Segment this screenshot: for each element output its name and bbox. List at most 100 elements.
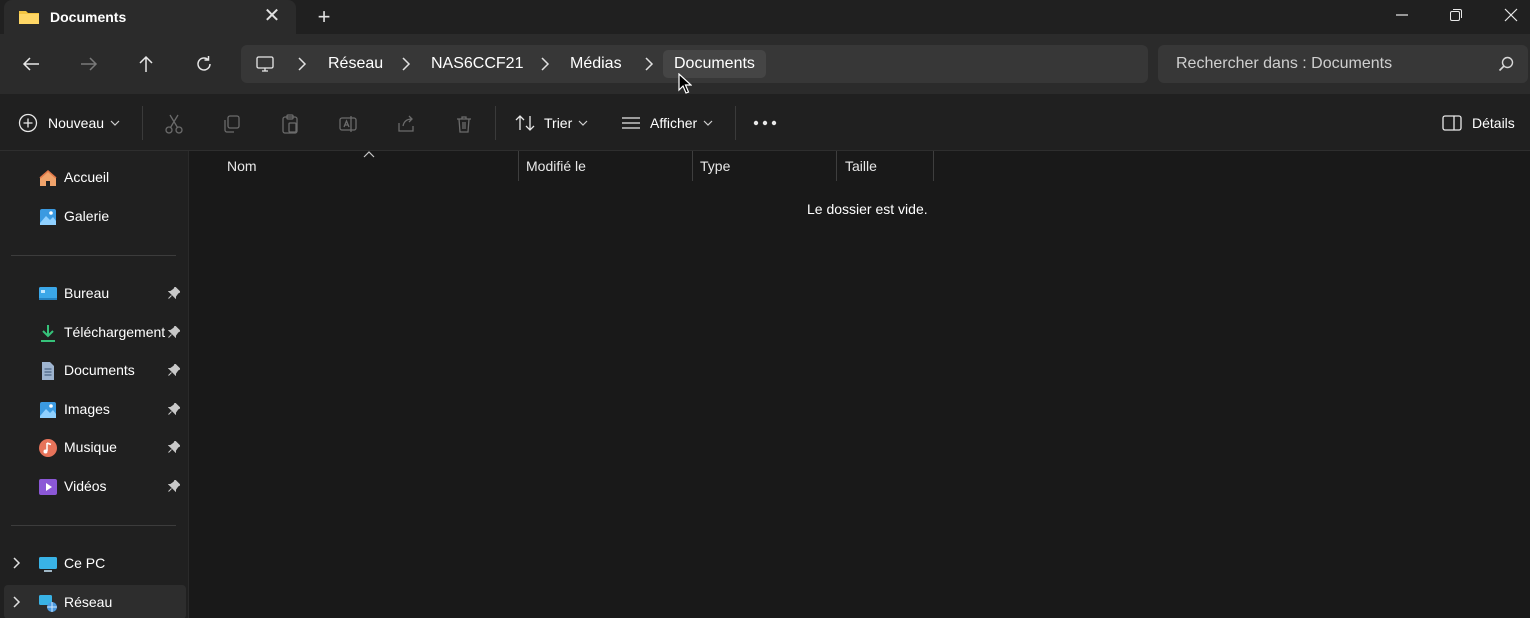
sidebar-item-videos[interactable]: Vidéos: [0, 469, 186, 503]
up-button[interactable]: [128, 48, 164, 80]
sidebar-item-reseau[interactable]: Réseau: [4, 585, 186, 618]
sidebar-item-label: Images: [64, 401, 110, 417]
pin-icon[interactable]: [168, 480, 180, 492]
refresh-icon: [197, 56, 211, 71]
images-icon: [40, 402, 56, 418]
pin-icon[interactable]: [168, 326, 180, 338]
chevron-right-icon[interactable]: [12, 557, 22, 569]
details-pane-icon: [1442, 115, 1462, 131]
view-label: Afficher: [650, 115, 698, 131]
column-header-type[interactable]: Type: [700, 151, 730, 181]
sidebar-item-accueil[interactable]: Accueil: [0, 160, 186, 194]
gallery-icon: [40, 209, 56, 225]
new-tab-button[interactable]: +: [311, 4, 337, 30]
sidebar-item-label: Réseau: [64, 594, 113, 610]
restore-icon: [1450, 9, 1462, 21]
sort-ascending-icon: [363, 151, 375, 158]
command-bar: Nouveau Trier Afficher Détails: [0, 94, 1530, 151]
column-divider[interactable]: [933, 151, 934, 181]
forward-button[interactable]: [71, 48, 107, 80]
close-tab-icon[interactable]: ✕: [260, 4, 284, 28]
arrow-up-icon: [139, 55, 153, 72]
list-view-icon: [622, 117, 640, 129]
column-header-size[interactable]: Taille: [845, 151, 877, 181]
back-button[interactable]: [13, 48, 49, 80]
minimize-button[interactable]: [1375, 0, 1429, 30]
new-button[interactable]: Nouveau: [18, 108, 120, 138]
tab-documents[interactable]: Documents ✕: [4, 0, 296, 36]
share-button[interactable]: [394, 112, 418, 136]
column-divider[interactable]: [518, 151, 519, 181]
chevron-right-icon[interactable]: [401, 56, 411, 72]
title-bar: Documents ✕ +: [0, 0, 1530, 36]
sort-label: Trier: [544, 115, 573, 131]
sidebar-item-label: Accueil: [64, 169, 110, 185]
sidebar-item-galerie[interactable]: Galerie: [0, 199, 186, 233]
sidebar-item-documents[interactable]: Documents: [0, 353, 186, 387]
restore-button[interactable]: [1429, 0, 1483, 30]
toolbar-divider: [735, 106, 736, 140]
chevron-right-icon[interactable]: [12, 596, 22, 608]
sidebar-item-label: Documents: [64, 362, 135, 378]
more-options-button[interactable]: [753, 108, 777, 138]
pin-icon[interactable]: [168, 441, 180, 453]
sidebar-item-ce-pc[interactable]: Ce PC: [0, 546, 186, 580]
sidebar-item-images[interactable]: Images: [0, 392, 186, 426]
sidebar-item-label: Galerie: [64, 208, 110, 224]
sidebar-item-telechargement[interactable]: Téléchargement: [0, 315, 186, 349]
new-label: Nouveau: [48, 115, 105, 131]
sort-button[interactable]: Trier: [514, 108, 588, 138]
view-button[interactable]: Afficher: [621, 108, 713, 138]
navigation-pane: Accueil Galerie Bureau Téléchargement Do…: [0, 151, 189, 618]
sidebar-item-bureau[interactable]: Bureau: [0, 276, 186, 310]
column-divider[interactable]: [836, 151, 837, 181]
delete-button[interactable]: [452, 112, 476, 136]
search-box[interactable]: [1158, 45, 1528, 83]
paste-icon: [282, 114, 298, 134]
copy-icon: [224, 115, 240, 133]
details-button[interactable]: Détails: [1442, 108, 1515, 138]
chevron-right-icon[interactable]: [297, 56, 307, 72]
folder-icon: [19, 11, 39, 24]
sort-icon: [515, 115, 535, 131]
network-icon: [39, 595, 57, 612]
minimize-icon: [1396, 14, 1408, 16]
sidebar-item-musique[interactable]: Musique: [0, 430, 186, 464]
pin-icon[interactable]: [168, 364, 180, 376]
breadcrumb-nas[interactable]: NAS6CCF21: [431, 55, 523, 73]
paste-button[interactable]: [278, 112, 302, 136]
toolbar-divider: [142, 106, 143, 140]
chevron-down-icon: [703, 120, 713, 126]
search-input[interactable]: [1158, 45, 1488, 83]
scissors-icon: [165, 114, 183, 134]
trash-icon: [457, 116, 471, 133]
chevron-right-icon[interactable]: [644, 56, 654, 72]
pc-icon[interactable]: [255, 54, 275, 74]
cut-button[interactable]: [162, 112, 186, 136]
download-icon: [41, 325, 55, 342]
empty-folder-message: Le dossier est vide.: [807, 201, 928, 217]
documents-icon: [42, 362, 54, 380]
music-icon: [39, 439, 57, 457]
sidebar-item-label: Ce PC: [64, 555, 106, 571]
chevron-down-icon: [578, 120, 588, 126]
address-bar[interactable]: Réseau NAS6CCF21 Médias Documents: [241, 45, 1148, 83]
chevron-right-icon[interactable]: [540, 56, 550, 72]
close-window-button[interactable]: [1484, 0, 1530, 30]
sidebar-divider: [11, 255, 176, 256]
search-icon[interactable]: [1498, 56, 1514, 72]
column-divider[interactable]: [692, 151, 693, 181]
copy-button[interactable]: [220, 112, 244, 136]
refresh-button[interactable]: [186, 48, 222, 80]
rename-button[interactable]: [336, 112, 360, 136]
pin-icon[interactable]: [168, 287, 180, 299]
navigation-bar: Réseau NAS6CCF21 Médias Documents: [0, 34, 1530, 94]
column-header-name[interactable]: Nom: [227, 151, 257, 181]
sidebar-item-label: Bureau: [64, 285, 110, 301]
sidebar-item-label: Téléchargement: [64, 324, 166, 340]
close-icon: [1504, 8, 1518, 22]
column-header-modified[interactable]: Modifié le: [526, 151, 586, 181]
pin-icon[interactable]: [168, 403, 180, 415]
breadcrumb-medias[interactable]: Médias: [570, 55, 622, 73]
breadcrumb-reseau[interactable]: Réseau: [328, 55, 383, 73]
